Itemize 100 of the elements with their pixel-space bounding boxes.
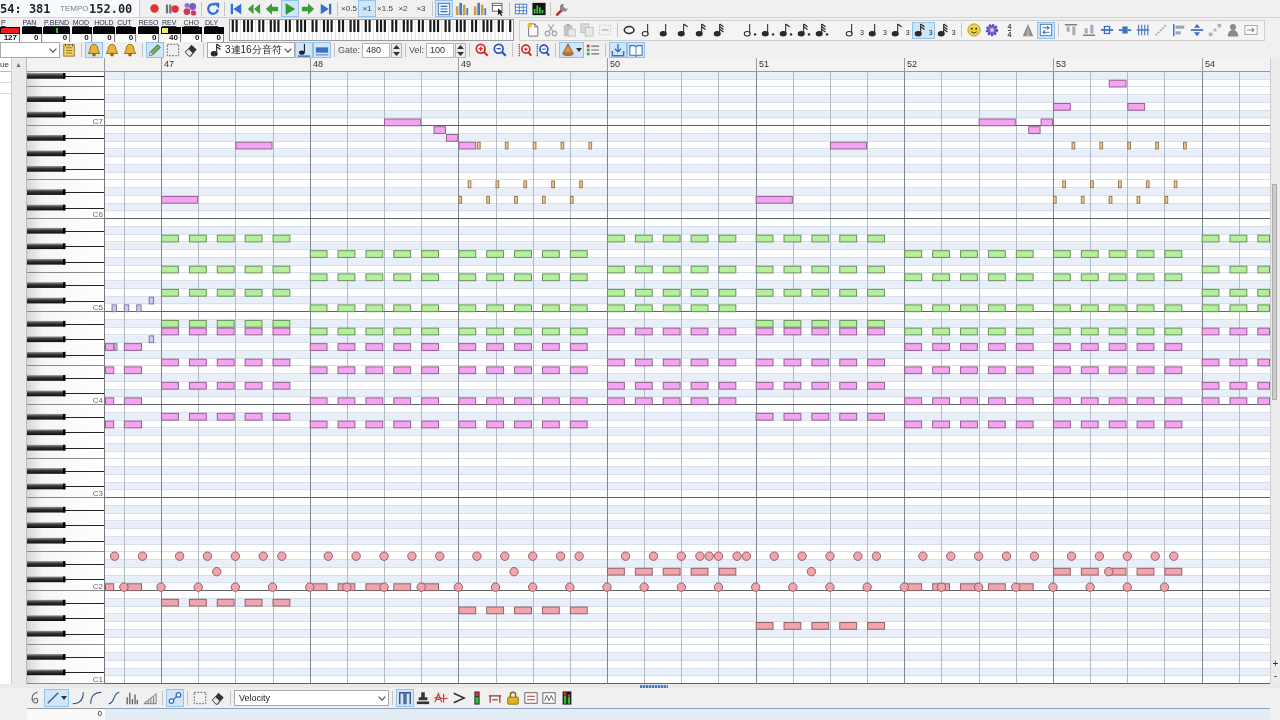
timeline-ruler[interactable]: 47 48 49 50 51 52 53 54 xyxy=(27,58,1270,72)
track-dropdown[interactable] xyxy=(0,42,60,58)
list-icon xyxy=(437,1,451,16)
field-label: Gate: xyxy=(338,45,360,55)
controller-dropdown[interactable]: Velocity xyxy=(234,690,389,706)
zoom-button[interactable]: + xyxy=(1271,658,1280,669)
note-underline-icon xyxy=(297,43,311,57)
bell-icon xyxy=(105,43,119,57)
window-cursor-icon xyxy=(491,1,505,16)
list-view-button[interactable] xyxy=(435,0,453,17)
lock-button[interactable] xyxy=(504,689,522,707)
piano-keyboard[interactable] xyxy=(27,72,105,684)
measure-number: 50 xyxy=(610,59,620,70)
number-field[interactable]: 100 xyxy=(426,42,455,58)
table-icon xyxy=(514,1,528,16)
measure-number: 47 xyxy=(164,59,174,70)
bell-button[interactable] xyxy=(103,42,121,58)
loop-button[interactable] xyxy=(204,0,222,17)
scrollbar-thumb[interactable] xyxy=(1272,184,1277,400)
spin-button[interactable] xyxy=(391,42,402,58)
speed-button[interactable]: ×1.5 xyxy=(376,0,394,17)
measure-number: 52 xyxy=(907,59,917,70)
scrollbar-thumb[interactable] xyxy=(640,685,668,688)
bass-and-drum-notes[interactable] xyxy=(105,551,1183,630)
scrollbar[interactable]: + - xyxy=(1270,58,1280,684)
speed-button[interactable]: ×1 xyxy=(358,0,376,17)
controller-slider[interactable] xyxy=(116,27,137,34)
form-icon xyxy=(524,691,538,705)
pencil-button[interactable] xyxy=(146,42,164,58)
caret-icon xyxy=(576,48,583,52)
midi-input-button[interactable] xyxy=(181,0,199,17)
dotted-eighth-note-button[interactable] xyxy=(777,21,795,39)
arpeggio-notes[interactable] xyxy=(458,141,1187,204)
controller-slider[interactable] xyxy=(93,27,115,34)
controller-value: 0 xyxy=(43,34,71,42)
bell-button[interactable] xyxy=(85,42,103,58)
book-icon xyxy=(629,43,644,57)
tray-arrow-icon xyxy=(611,43,626,57)
controller-slider[interactable] xyxy=(137,27,160,34)
chord-and-melody-notes[interactable] xyxy=(105,79,1270,429)
cone-button[interactable] xyxy=(559,42,585,58)
eraser-button[interactable] xyxy=(182,42,200,58)
dotted-sixteenth-note-icon xyxy=(797,23,811,37)
note-length-dropdown[interactable]: 3連16分音符 xyxy=(207,42,295,58)
form-button[interactable] xyxy=(522,689,540,707)
gear-icon xyxy=(984,23,999,37)
stamp-button[interactable] xyxy=(414,689,432,707)
speed-button[interactable]: ×3 xyxy=(412,0,430,17)
caret-icon xyxy=(284,47,292,53)
thirty-second-note-icon xyxy=(936,23,951,37)
circles-icon xyxy=(183,1,197,16)
line-button[interactable] xyxy=(44,689,69,707)
zoom-button[interactable]: - xyxy=(1271,670,1280,681)
speed-button[interactable]: ×2 xyxy=(394,0,412,17)
controller-slider[interactable] xyxy=(43,27,71,34)
nodes-button[interactable] xyxy=(166,689,184,707)
level-meter-button[interactable] xyxy=(530,0,548,17)
octave-label: C5 xyxy=(92,304,103,313)
wave-box-icon xyxy=(542,691,556,705)
dotted-sixteenth-note-button[interactable] xyxy=(795,21,813,39)
spin-button[interactable] xyxy=(455,42,467,58)
speed-button[interactable]: ×0.5 xyxy=(340,0,358,17)
zoom-out-icon xyxy=(493,43,508,57)
zoom-out-bar-icon xyxy=(536,43,551,57)
play-button[interactable] xyxy=(281,0,299,17)
dotted-eighth-note-icon xyxy=(779,23,793,37)
tempo-label: TEMPO xyxy=(60,4,89,13)
zoom-in-bar-button[interactable] xyxy=(516,42,535,58)
nodes-icon xyxy=(168,691,182,705)
caret-icon xyxy=(49,47,57,53)
bar-button[interactable] xyxy=(313,42,331,58)
copy-icon xyxy=(580,23,594,37)
zoom-out-bar-button[interactable] xyxy=(534,42,553,58)
measure-number: 53 xyxy=(1056,59,1066,70)
caret-icon xyxy=(378,695,386,701)
swap-button[interactable] xyxy=(1036,21,1055,39)
dotted-quarter-note-button[interactable] xyxy=(759,21,777,39)
grace-notes[interactable] xyxy=(111,296,155,351)
bell-button[interactable] xyxy=(121,42,139,58)
notepad-button[interactable] xyxy=(60,42,78,58)
number-field[interactable]: 480 xyxy=(362,42,390,58)
book-button[interactable] xyxy=(627,42,646,58)
upper-chord-notes[interactable] xyxy=(161,234,1270,336)
dotted-thirty-second-note-button[interactable] xyxy=(813,21,831,39)
dotted-half-note-button[interactable] xyxy=(741,21,759,39)
controller-slider[interactable] xyxy=(182,27,203,34)
bracket-button[interactable] xyxy=(396,689,414,707)
pencil-icon xyxy=(148,43,162,57)
controller-slider[interactable] xyxy=(71,27,92,34)
dotted-quarter-note-icon xyxy=(761,23,775,37)
wave-box-button[interactable] xyxy=(540,689,558,707)
mini-keyboard[interactable] xyxy=(229,19,514,41)
track-view-button[interactable] xyxy=(471,0,489,17)
controller-slider[interactable] xyxy=(203,27,224,34)
align-left-icon xyxy=(1171,23,1186,37)
tray-arrow-button[interactable] xyxy=(609,42,628,58)
controller-slider[interactable] xyxy=(21,27,42,34)
split-icon xyxy=(1099,23,1114,37)
note-underline-button[interactable] xyxy=(295,42,313,58)
smiley-button[interactable] xyxy=(964,21,983,39)
